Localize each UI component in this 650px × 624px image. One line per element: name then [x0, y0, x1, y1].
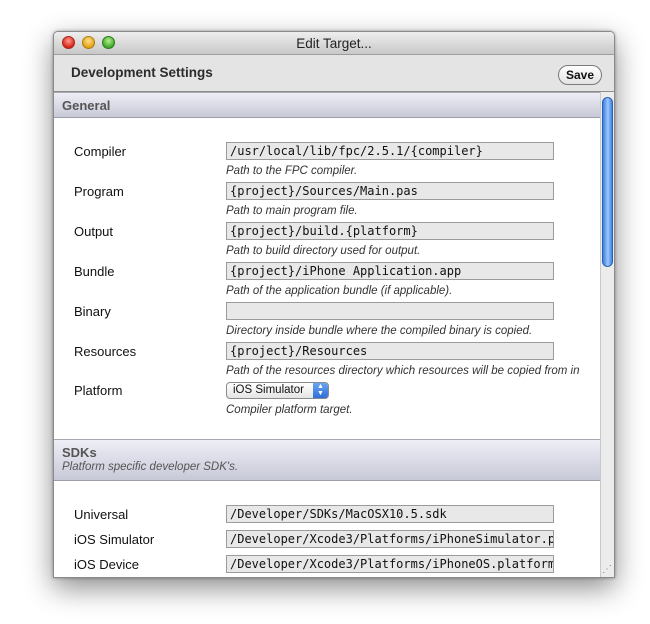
platform-hint: Compiler platform target.	[226, 404, 353, 416]
edit-target-window: Edit Target... Development Settings Save…	[53, 31, 615, 578]
general-section-title: General	[62, 98, 111, 113]
toolbar: Development Settings Save	[54, 55, 614, 92]
resize-grip-icon[interactable]: ⋰	[602, 565, 612, 575]
bundle-label: Bundle	[74, 264, 115, 279]
up-down-arrows-icon: ▲ ▼	[313, 383, 328, 398]
program-label: Program	[74, 184, 124, 199]
compiler-field[interactable]: /usr/local/lib/fpc/2.5.1/{compiler}	[226, 142, 554, 160]
sdks-section-title: SDKs	[62, 445, 97, 460]
scroll-thumb[interactable]	[602, 97, 613, 267]
resources-label: Resources	[74, 344, 137, 359]
resources-hint: Path of the resources directory which re…	[226, 365, 580, 377]
platform-selected: iOS Simulator	[233, 384, 304, 396]
ios-device-field[interactable]: /Developer/Xcode3/Platforms/iPhoneOS.pla…	[226, 555, 554, 573]
universal-label: Universal	[74, 507, 129, 522]
ios-simulator-label: iOS Simulator	[74, 532, 155, 547]
general-section-header: General	[54, 92, 600, 118]
compiler-label: Compiler	[74, 144, 127, 159]
platform-popup[interactable]: iOS Simulator ▲ ▼	[226, 382, 329, 399]
ios-simulator-field[interactable]: /Developer/Xcode3/Platforms/iPhoneSimula…	[226, 530, 554, 548]
settings-content: General Compiler /usr/local/lib/fpc/2.5.…	[54, 92, 600, 577]
resources-field[interactable]: {project}/Resources	[226, 342, 554, 360]
vertical-scrollbar[interactable]	[600, 92, 614, 577]
platform-label: Platform	[74, 383, 123, 398]
binary-label: Binary	[74, 304, 111, 319]
title-bar[interactable]: Edit Target...	[54, 32, 614, 55]
sdks-section-subtitle: Platform specific developer SDK's.	[62, 461, 239, 473]
binary-field[interactable]	[226, 302, 554, 320]
universal-field[interactable]: /Developer/SDKs/MacOSX10.5.sdk	[226, 505, 554, 523]
output-hint: Path to build directory used for output.	[226, 245, 421, 257]
ios-device-label: iOS Device	[74, 557, 140, 572]
save-button[interactable]: Save	[558, 65, 602, 85]
settings-title: Development Settings	[71, 65, 213, 80]
program-hint: Path to main program file.	[226, 205, 358, 217]
output-field[interactable]: {project}/build.{platform}	[226, 222, 554, 240]
sdks-section-header: SDKs Platform specific developer SDK's.	[54, 439, 600, 481]
output-label: Output	[74, 224, 114, 239]
bundle-field[interactable]: {project}/iPhone Application.app	[226, 262, 554, 280]
compiler-hint: Path to the FPC compiler.	[226, 165, 358, 177]
binary-hint: Directory inside bundle where the compil…	[226, 325, 533, 337]
bundle-hint: Path of the application bundle (if appli…	[226, 285, 453, 297]
program-field[interactable]: {project}/Sources/Main.pas	[226, 182, 554, 200]
window-title: Edit Target...	[296, 36, 372, 51]
